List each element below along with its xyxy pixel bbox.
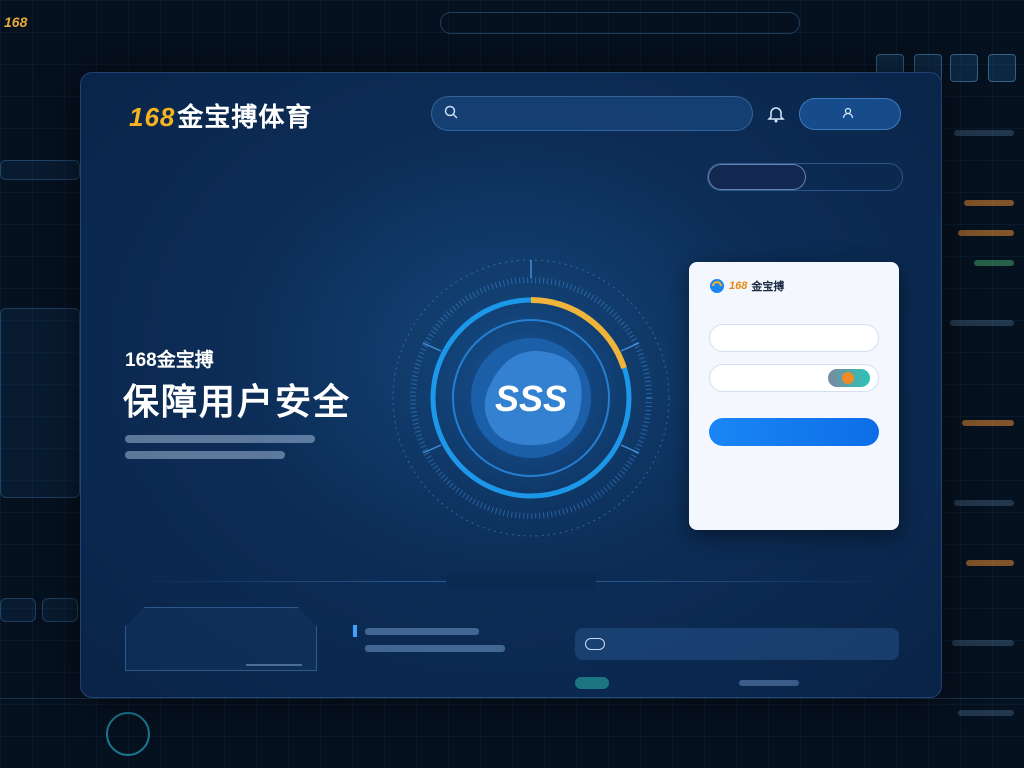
info-bullet bbox=[353, 625, 357, 637]
main-panel: 168金宝搏体育 168金宝搏 保障用户安全 SSS 168 金宝搏 bbox=[80, 72, 942, 698]
right-section-heading bbox=[561, 606, 711, 620]
username-field[interactable] bbox=[709, 324, 879, 352]
status-row[interactable] bbox=[575, 628, 899, 660]
security-emblem: SSS bbox=[391, 258, 671, 538]
brand-mark-icon bbox=[709, 278, 725, 294]
info-line bbox=[365, 628, 479, 635]
tab-group bbox=[707, 163, 903, 191]
background-side-card bbox=[0, 308, 80, 498]
emblem-label: SSS bbox=[495, 378, 567, 419]
background-side-card bbox=[0, 160, 80, 180]
section-label bbox=[125, 169, 275, 189]
background-line bbox=[958, 230, 1014, 236]
secondary-row-line bbox=[739, 680, 799, 686]
brand-name: 金宝搏体育 bbox=[177, 102, 313, 132]
login-card-brand-number: 168 bbox=[729, 280, 748, 292]
background-side-card bbox=[0, 598, 36, 622]
login-card-brand-text: 金宝搏 bbox=[751, 281, 785, 293]
brand-number: 168 bbox=[129, 102, 176, 132]
toggle-knob bbox=[842, 372, 854, 384]
background-plus-icon bbox=[106, 712, 150, 756]
background-line bbox=[952, 640, 1014, 646]
divider-label bbox=[446, 573, 596, 589]
background-line bbox=[954, 500, 1014, 506]
background-side-card bbox=[42, 598, 78, 622]
secondary-row bbox=[575, 673, 899, 693]
info-line bbox=[365, 645, 505, 652]
background-right-column bbox=[938, 20, 1024, 760]
feature-card[interactable] bbox=[125, 607, 317, 671]
hero-subtitle: 168金宝搏 bbox=[125, 350, 214, 371]
hero-description-line bbox=[125, 435, 315, 443]
background-line bbox=[962, 420, 1014, 426]
login-card-brand: 168 金宝搏 bbox=[709, 278, 879, 294]
status-row-left bbox=[585, 638, 611, 650]
background-logo: 168 bbox=[4, 14, 28, 30]
background-line bbox=[974, 260, 1014, 266]
user-icon bbox=[842, 107, 854, 122]
tab-1[interactable] bbox=[708, 164, 806, 190]
background-bottom-strip bbox=[0, 698, 1024, 768]
submit-button[interactable] bbox=[709, 418, 879, 446]
background-line bbox=[954, 130, 1014, 136]
toggle-icon bbox=[585, 638, 605, 650]
brand-logo[interactable]: 168金宝搏体育 bbox=[129, 97, 312, 134]
background-line bbox=[964, 200, 1014, 206]
search-input[interactable] bbox=[431, 96, 753, 131]
bell-icon[interactable] bbox=[765, 103, 787, 125]
search-icon bbox=[444, 105, 458, 122]
feature-card-underline bbox=[246, 664, 302, 666]
background-line bbox=[966, 560, 1014, 566]
password-visibility-toggle[interactable] bbox=[828, 369, 870, 387]
tab-2[interactable] bbox=[806, 164, 902, 190]
password-field[interactable] bbox=[709, 364, 879, 392]
login-card: 168 金宝搏 bbox=[689, 262, 899, 530]
background-topbar bbox=[440, 12, 800, 34]
hero-description-line bbox=[125, 451, 285, 459]
background-line bbox=[950, 320, 1014, 326]
login-button[interactable] bbox=[799, 98, 901, 130]
hero-title: 保障用户安全 bbox=[123, 381, 352, 422]
status-indicator bbox=[575, 677, 609, 689]
